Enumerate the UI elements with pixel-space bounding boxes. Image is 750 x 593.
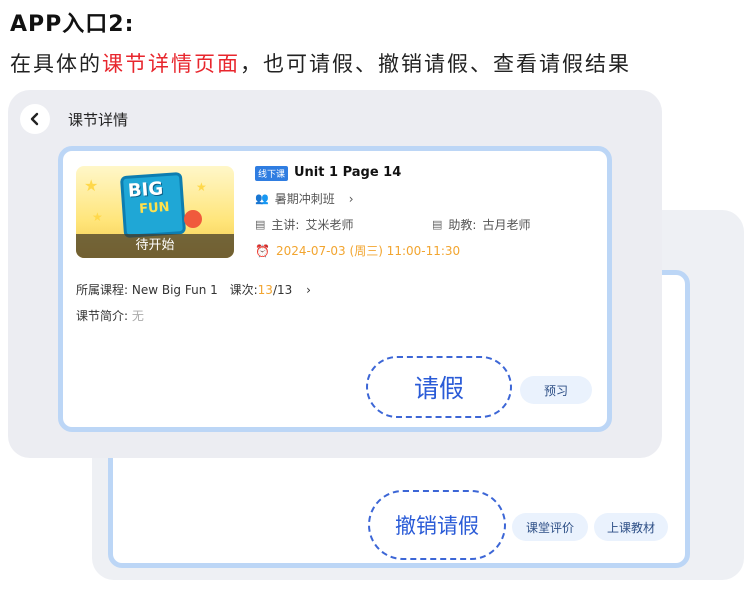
cancel-leave-button[interactable]: 撤销请假 <box>368 490 506 560</box>
alarm-clock-icon: ⏰ <box>255 243 270 258</box>
teacher-name: 艾米老师 <box>305 218 354 232</box>
page-subheading: 在具体的课节详情页面，也可请假、撤销请假、查看请假结果 <box>10 48 631 78</box>
assistant-icon: ▤ <box>432 218 443 231</box>
class-name: 暑期冲刺班 <box>274 192 335 206</box>
chevron-left-icon <box>30 112 39 126</box>
class-evaluation-button[interactable]: 课堂评价 <box>512 513 588 541</box>
page-title: 课节详情 <box>68 111 129 129</box>
lesson-title: Unit 1 Page 14 <box>294 165 402 180</box>
course-label: 所属课程: <box>76 283 129 297</box>
subheading-suffix: ，也可请假、撤销请假、查看请假结果 <box>240 52 631 76</box>
intro-label: 课节简介: <box>76 309 129 323</box>
session-current: 13 <box>257 283 273 297</box>
teacher-row: ▤ 主讲: 艾米老师 <box>255 216 353 233</box>
class-row[interactable]: 👥 暑期冲刺班 › <box>255 190 354 207</box>
teacher-icon: ▤ <box>255 218 266 231</box>
course-row[interactable]: 所属课程: New Big Fun 1 课次:13/13 › <box>76 281 311 298</box>
chevron-right-icon: › <box>306 283 311 297</box>
group-icon: 👥 <box>255 192 269 205</box>
teacher-label: 主讲: <box>271 218 300 232</box>
subheading-highlight: 课节详情页面 <box>102 52 240 76</box>
page-heading: APP入口2: <box>10 12 135 37</box>
course-materials-button[interactable]: 上课教材 <box>594 513 668 541</box>
back-button[interactable] <box>20 104 50 134</box>
assistant-name: 古月老师 <box>482 218 531 232</box>
chevron-right-icon: › <box>348 191 354 206</box>
nav-bar: 课节详情 <box>8 90 662 140</box>
preview-button[interactable]: 预习 <box>520 376 592 404</box>
intro-text: 无 <box>131 309 144 323</box>
star-icon: ★ <box>92 210 103 224</box>
session-total: /13 <box>272 283 293 297</box>
lesson-cover-image: ★ ★ ★ BIG FUN 待开始 <box>76 166 234 258</box>
book-cover-art: BIG FUN <box>119 171 187 239</box>
star-icon: ★ <box>196 180 207 194</box>
book-badge-icon <box>184 210 202 228</box>
subheading-prefix: 在具体的 <box>10 52 102 76</box>
leave-button[interactable]: 请假 <box>366 356 512 418</box>
lesson-status-label: 待开始 <box>76 234 234 258</box>
lesson-time: 2024-07-03 (周三) 11:00-11:30 <box>275 244 461 258</box>
book-title-text: BIG <box>127 178 164 202</box>
session-label: 课次: <box>229 283 258 297</box>
time-row: ⏰ 2024-07-03 (周三) 11:00-11:30 <box>255 242 460 259</box>
book-subtitle-text: FUN <box>138 199 171 217</box>
assistant-label: 助教: <box>448 218 477 232</box>
course-name: New Big Fun 1 <box>131 283 218 297</box>
intro-row: 课节简介: 无 <box>76 307 144 324</box>
assistant-row: ▤ 助教: 古月老师 <box>432 216 530 233</box>
lesson-type-badge: 线下课 <box>255 166 289 181</box>
star-icon: ★ <box>84 176 99 195</box>
